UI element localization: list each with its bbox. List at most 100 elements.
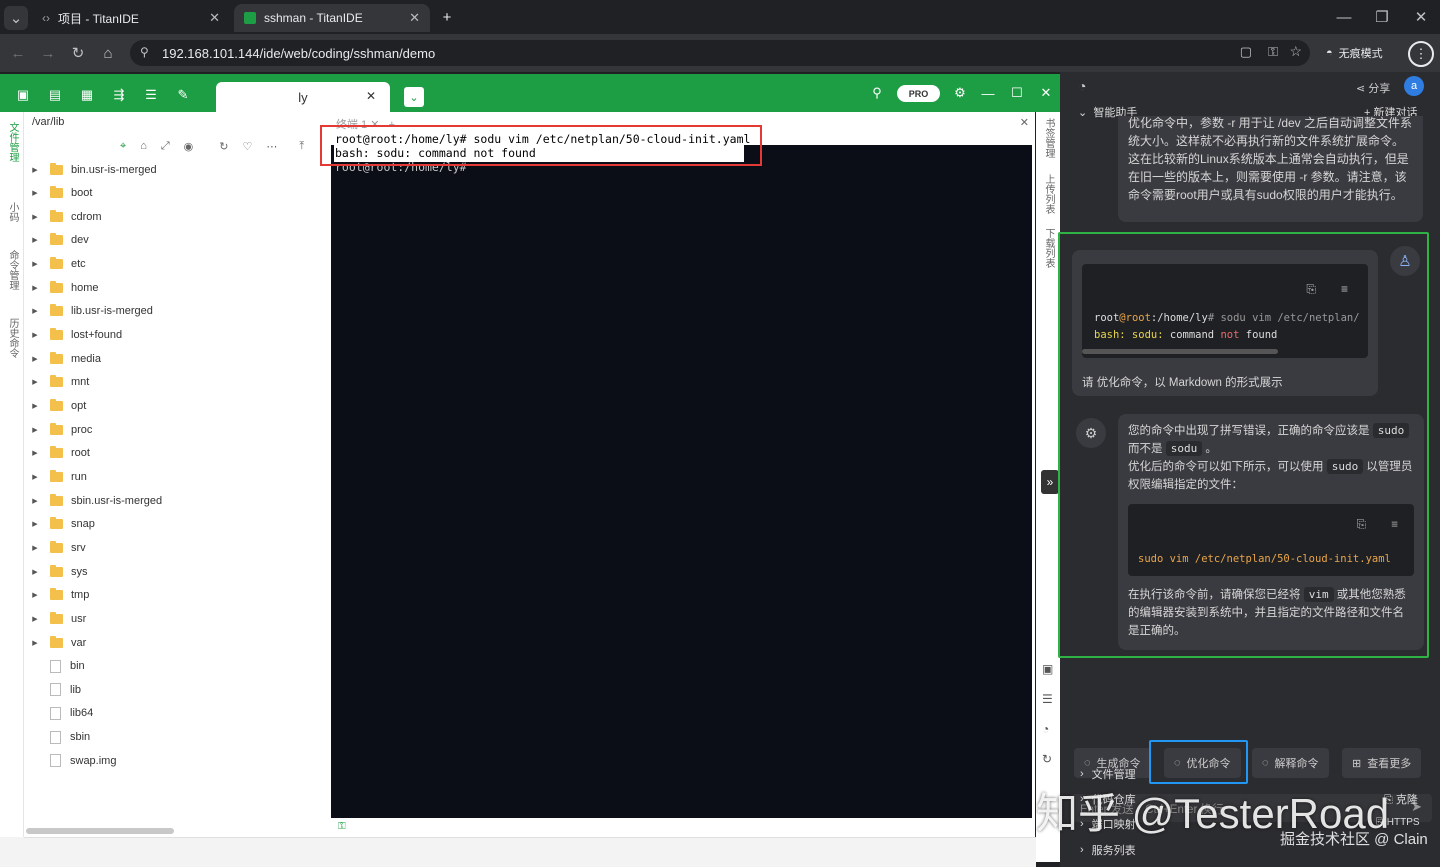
caret-right-icon[interactable]: ▶	[24, 189, 46, 197]
tree-folder-item[interactable]: ▶ snap	[24, 513, 324, 536]
rail-xiaoma[interactable]: 小码	[5, 202, 20, 222]
refresh-icon[interactable]: ↻	[219, 140, 228, 153]
key-icon[interactable]: ⚿	[1268, 44, 1278, 60]
rail-command-manager[interactable]: 命令管理	[5, 250, 20, 290]
caret-right-icon[interactable]: ▶	[24, 307, 46, 315]
caret-right-icon[interactable]: ▶	[24, 615, 46, 623]
tree-folder-item[interactable]: ▶ sbin.usr-is-merged	[24, 489, 324, 512]
explain-command-chip[interactable]: ◌ 解释命令	[1252, 748, 1329, 778]
collapse-panel-button[interactable]: »	[1041, 470, 1059, 494]
gauge-icon[interactable]: ◔	[1042, 722, 1049, 736]
tree-folder-item[interactable]: ▶ root	[24, 442, 324, 465]
locate-icon[interactable]: ⌖	[120, 140, 126, 153]
close-window-button[interactable]: ✕	[1409, 5, 1433, 29]
tree-folder-item[interactable]: ▶ mnt	[24, 371, 324, 394]
pro-badge[interactable]: PRO	[897, 85, 940, 102]
session-tab[interactable]: ly ✕	[216, 82, 390, 112]
tree-folder-item[interactable]: ▶ boot	[24, 182, 324, 205]
caret-right-icon[interactable]: ▶	[24, 426, 46, 434]
maximize-icon[interactable]: ☐	[1006, 82, 1028, 104]
browser-tab-sshman[interactable]: sshman - TitanIDE ✕	[234, 4, 430, 32]
incognito-indicator[interactable]: ◓ 无痕模式	[1326, 42, 1383, 64]
terminal-icon[interactable]: ▣	[12, 84, 34, 106]
rail-bookmarks[interactable]: 书签管理	[1041, 118, 1056, 158]
tree-folder-item[interactable]: ▶ var	[24, 631, 324, 654]
caret-right-icon[interactable]: ▶	[24, 378, 46, 386]
horizontal-scrollbar[interactable]	[26, 828, 174, 834]
rail-download-list[interactable]: 下载列表	[1041, 228, 1056, 268]
browser-tab-project[interactable]: ‹› 项目 - TitanIDE ✕	[32, 4, 230, 32]
address-bar[interactable]: ⚲ 192.168.101.144/ide/web/coding/sshman/…	[130, 40, 1310, 66]
caret-right-icon[interactable]: ▶	[24, 284, 46, 292]
reload-icon[interactable]: ↻	[66, 41, 90, 65]
caret-right-icon[interactable]: ▶	[24, 449, 46, 457]
minimize-button[interactable]: —	[1332, 5, 1356, 29]
rail-file-manager[interactable]: 文件管理	[5, 122, 20, 162]
caret-right-icon[interactable]: ▶	[24, 544, 46, 552]
close-icon[interactable]: ✕	[1035, 82, 1057, 104]
star-icon[interactable]: ☆	[1289, 43, 1302, 60]
insert-icon[interactable]: ≡	[1391, 516, 1398, 534]
upload-icon[interactable]: ⤒	[299, 140, 304, 153]
close-tab-icon[interactable]: ✕	[409, 10, 420, 26]
refresh-icon[interactable]: ↻	[1042, 752, 1052, 766]
rail-history[interactable]: 历史命令	[5, 318, 20, 358]
tree-folder-item[interactable]: ▶ cdrom	[24, 205, 324, 228]
key-icon[interactable]: ⚿	[338, 821, 346, 832]
minimize-icon[interactable]: —	[977, 82, 999, 104]
tree-file-item[interactable]: swap.img	[24, 749, 324, 772]
tree-folder-item[interactable]: ▶ usr	[24, 607, 324, 630]
site-info-icon[interactable]: ⚲	[140, 45, 149, 59]
forward-icon[interactable]: →	[36, 41, 60, 65]
tree-folder-item[interactable]: ▶ dev	[24, 229, 324, 252]
avatar[interactable]: a	[1404, 76, 1424, 96]
caret-right-icon[interactable]: ▶	[24, 355, 46, 363]
home-icon[interactable]: ⌂	[140, 140, 147, 153]
list-icon[interactable]: ☰	[1042, 692, 1053, 706]
close-tab-icon[interactable]: ✕	[209, 10, 220, 26]
copy-icon[interactable]: ⎘	[1357, 516, 1366, 534]
caret-right-icon[interactable]: ▶	[24, 213, 46, 221]
list-icon[interactable]: ☰	[140, 84, 162, 106]
section-service-list[interactable]: › 服务列表	[1080, 842, 1136, 858]
grid-icon[interactable]: ▦	[76, 84, 98, 106]
caret-right-icon[interactable]: ▶	[24, 402, 46, 410]
share-button[interactable]: ⋖ 分享	[1356, 80, 1390, 96]
caret-right-icon[interactable]: ▶	[24, 520, 46, 528]
tree-folder-item[interactable]: ▶ etc	[24, 253, 324, 276]
eye-icon[interactable]: ◉	[184, 140, 194, 153]
clipboard-icon[interactable]: ▢	[1240, 44, 1252, 60]
new-tab-button[interactable]: +	[435, 5, 459, 29]
caret-right-icon[interactable]: ▶	[24, 639, 46, 647]
caret-right-icon[interactable]: ▶	[24, 166, 46, 174]
gear-icon[interactable]: ⚙	[949, 82, 971, 104]
menu-icon[interactable]: ⋮	[1408, 41, 1434, 67]
tree-folder-item[interactable]: ▶ lib.usr-is-merged	[24, 300, 324, 323]
search-icon[interactable]: ⚲	[866, 82, 888, 104]
terminal-screen[interactable]	[331, 145, 1032, 818]
caret-right-icon[interactable]: ▶	[24, 331, 46, 339]
caret-right-icon[interactable]: ▶	[24, 473, 46, 481]
caret-right-icon[interactable]: ▶	[24, 568, 46, 576]
tree-folder-item[interactable]: ▶ media	[24, 347, 324, 370]
tree-file-item[interactable]: sbin	[24, 726, 324, 749]
gauge-icon[interactable]: ◔	[1078, 78, 1086, 94]
caret-right-icon[interactable]: ▶	[24, 497, 46, 505]
tree-file-item[interactable]: bin	[24, 655, 324, 678]
code-scrollbar[interactable]	[1082, 349, 1278, 354]
tree-folder-item[interactable]: ▶ proc	[24, 418, 324, 441]
see-more-chip[interactable]: ⊞ 查看更多	[1342, 748, 1422, 778]
tree-folder-item[interactable]: ▶ srv	[24, 536, 324, 559]
heart-icon[interactable]: ♡	[243, 140, 253, 153]
dropdown-button[interactable]: ⌄	[404, 87, 424, 107]
tree-folder-item[interactable]: ▶ run	[24, 465, 324, 488]
more-icon[interactable]: ⋯	[266, 140, 277, 153]
tree-folder-item[interactable]: ▶ lost+found	[24, 324, 324, 347]
back-icon[interactable]: ←	[6, 41, 30, 65]
tree-folder-item[interactable]: ▶ tmp	[24, 584, 324, 607]
terminal-icon[interactable]: ▣	[1042, 662, 1053, 676]
home-icon[interactable]: ⌂	[96, 41, 120, 65]
caret-right-icon[interactable]: ▶	[24, 236, 46, 244]
caret-right-icon[interactable]: ▶	[24, 591, 46, 599]
tree-file-item[interactable]: lib64	[24, 702, 324, 725]
